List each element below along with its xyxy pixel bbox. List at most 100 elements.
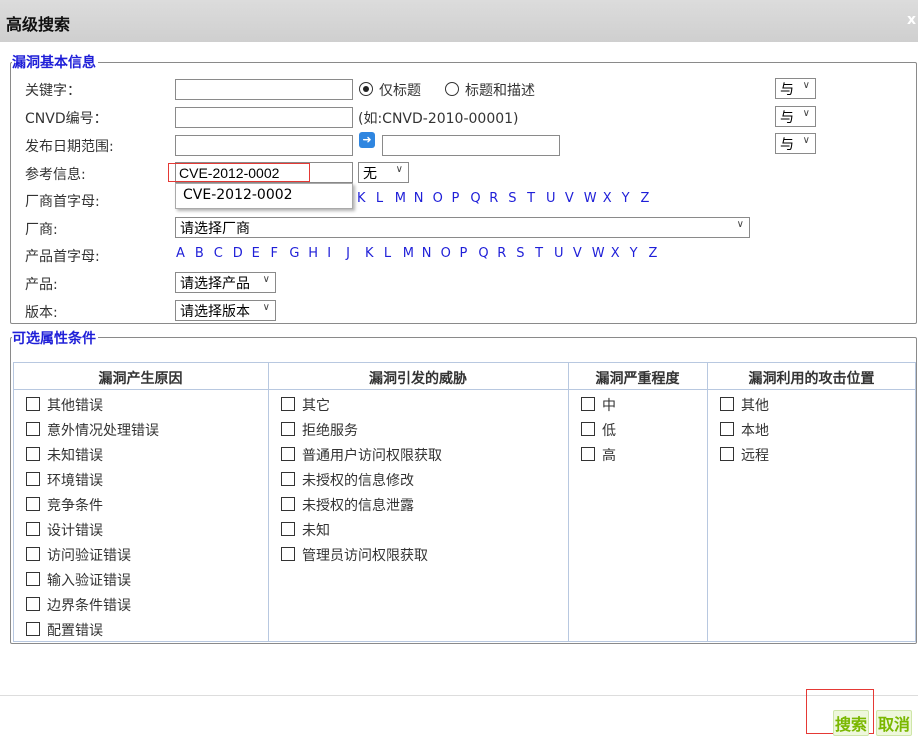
letter-link-J[interactable]: J bbox=[346, 246, 350, 261]
select-value: 请选择版本 bbox=[180, 304, 250, 320]
letter-link-T[interactable]: T bbox=[535, 246, 543, 261]
checkbox[interactable] bbox=[26, 447, 40, 461]
letter-link-B[interactable]: B bbox=[195, 246, 204, 261]
letter-link-R[interactable]: R bbox=[489, 191, 498, 206]
column-divider bbox=[568, 362, 569, 642]
letter-link-Z[interactable]: Z bbox=[649, 246, 658, 261]
letter-link-Y[interactable]: Y bbox=[622, 191, 630, 206]
checkbox[interactable] bbox=[26, 597, 40, 611]
letter-link-N[interactable]: N bbox=[414, 191, 424, 206]
column-divider bbox=[707, 362, 708, 642]
close-icon[interactable]: x bbox=[907, 12, 916, 28]
letter-link-S[interactable]: S bbox=[516, 246, 524, 261]
select-value: 与 bbox=[780, 82, 794, 98]
radio-title-only[interactable] bbox=[359, 82, 373, 96]
reference-type-select[interactable]: 无 ∨ bbox=[358, 162, 409, 183]
select-value: 请选择产品 bbox=[180, 276, 250, 292]
letter-link-T[interactable]: T bbox=[527, 191, 535, 206]
letter-link-M[interactable]: M bbox=[403, 246, 414, 261]
letter-link-O[interactable]: O bbox=[433, 191, 443, 206]
letter-link-L[interactable]: L bbox=[384, 246, 391, 261]
checkbox[interactable] bbox=[281, 397, 295, 411]
letter-link-P[interactable]: P bbox=[452, 191, 460, 206]
checkbox[interactable] bbox=[581, 422, 595, 436]
letter-link-Y[interactable]: Y bbox=[630, 246, 638, 261]
checkbox[interactable] bbox=[281, 447, 295, 461]
checkbox[interactable] bbox=[720, 422, 734, 436]
checkbox[interactable] bbox=[720, 447, 734, 461]
chevron-down-icon: ∨ bbox=[262, 274, 270, 285]
checkbox[interactable] bbox=[581, 397, 595, 411]
checkbox[interactable] bbox=[281, 422, 295, 436]
checkbox-label: 边界条件错误 bbox=[47, 598, 131, 614]
letter-link-V[interactable]: V bbox=[565, 191, 574, 206]
letter-link-Q[interactable]: Q bbox=[478, 246, 488, 261]
autocomplete-item[interactable]: CVE-2012-0002 bbox=[183, 187, 345, 203]
letter-link-C[interactable]: C bbox=[214, 246, 223, 261]
letter-link-L[interactable]: L bbox=[376, 191, 383, 206]
checkbox[interactable] bbox=[281, 547, 295, 561]
checkbox-label: 中 bbox=[602, 398, 616, 414]
keyword-logic-select[interactable]: 与 ∨ bbox=[775, 78, 816, 99]
vendor-select[interactable]: 请选择厂商 ∨ bbox=[175, 217, 750, 238]
checkbox[interactable] bbox=[581, 447, 595, 461]
checkbox[interactable] bbox=[281, 472, 295, 486]
arrow-right-icon[interactable]: ➜ bbox=[359, 132, 375, 148]
chevron-down-icon: ∨ bbox=[802, 135, 810, 146]
checkbox[interactable] bbox=[26, 547, 40, 561]
checkbox[interactable] bbox=[26, 497, 40, 511]
letter-link-M[interactable]: M bbox=[395, 191, 406, 206]
checkbox[interactable] bbox=[26, 397, 40, 411]
letter-link-E[interactable]: E bbox=[252, 246, 260, 261]
letter-link-G[interactable]: G bbox=[289, 246, 299, 261]
version-select[interactable]: 请选择版本 ∨ bbox=[175, 300, 276, 321]
letter-link-O[interactable]: O bbox=[441, 246, 451, 261]
product-letter-label: 产品首字母: bbox=[25, 249, 100, 265]
select-value: 请选择厂商 bbox=[180, 221, 250, 237]
letter-link-U[interactable]: U bbox=[546, 191, 556, 206]
letter-link-Q[interactable]: Q bbox=[470, 191, 480, 206]
letter-link-I[interactable]: I bbox=[327, 246, 331, 261]
letter-link-Z[interactable]: Z bbox=[641, 191, 650, 206]
search-button[interactable]: 搜索 bbox=[833, 710, 870, 736]
product-select[interactable]: 请选择产品 ∨ bbox=[175, 272, 276, 293]
checkbox[interactable] bbox=[26, 522, 40, 536]
checkbox[interactable] bbox=[26, 622, 40, 636]
reference-label: 参考信息: bbox=[25, 167, 86, 183]
letter-link-A[interactable]: A bbox=[176, 246, 185, 261]
radio-title-only-label: 仅标题 bbox=[379, 83, 421, 99]
chevron-down-icon: ∨ bbox=[395, 164, 403, 175]
letter-link-S[interactable]: S bbox=[508, 191, 516, 206]
letter-link-W[interactable]: W bbox=[584, 191, 597, 206]
checkbox-label: 拒绝服务 bbox=[302, 423, 358, 439]
letter-link-P[interactable]: P bbox=[460, 246, 468, 261]
checkbox[interactable] bbox=[720, 397, 734, 411]
letter-link-H[interactable]: H bbox=[308, 246, 318, 261]
column-divider bbox=[268, 362, 269, 642]
cnvd-logic-select[interactable]: 与 ∨ bbox=[775, 106, 816, 127]
cancel-button[interactable]: 取消 bbox=[876, 710, 913, 736]
date-from-input[interactable] bbox=[175, 135, 353, 156]
checkbox[interactable] bbox=[281, 497, 295, 511]
letter-link-X[interactable]: X bbox=[611, 246, 620, 261]
letter-link-V[interactable]: V bbox=[573, 246, 582, 261]
date-logic-select[interactable]: 与 ∨ bbox=[775, 133, 816, 154]
checkbox[interactable] bbox=[26, 472, 40, 486]
keyword-input[interactable] bbox=[175, 79, 353, 100]
checkbox[interactable] bbox=[26, 422, 40, 436]
letter-link-N[interactable]: N bbox=[422, 246, 432, 261]
date-to-input[interactable] bbox=[382, 135, 560, 156]
checkbox[interactable] bbox=[281, 522, 295, 536]
highlight-box bbox=[168, 163, 310, 182]
letter-link-K[interactable]: K bbox=[365, 246, 374, 261]
cnvd-input[interactable] bbox=[175, 107, 353, 128]
checkbox[interactable] bbox=[26, 572, 40, 586]
letter-link-K[interactable]: K bbox=[357, 191, 366, 206]
letter-link-R[interactable]: R bbox=[497, 246, 506, 261]
letter-link-X[interactable]: X bbox=[603, 191, 612, 206]
letter-link-W[interactable]: W bbox=[592, 246, 605, 261]
letter-link-U[interactable]: U bbox=[554, 246, 564, 261]
radio-title-desc[interactable] bbox=[445, 82, 459, 96]
letter-link-F[interactable]: F bbox=[271, 246, 278, 261]
letter-link-D[interactable]: D bbox=[233, 246, 243, 261]
